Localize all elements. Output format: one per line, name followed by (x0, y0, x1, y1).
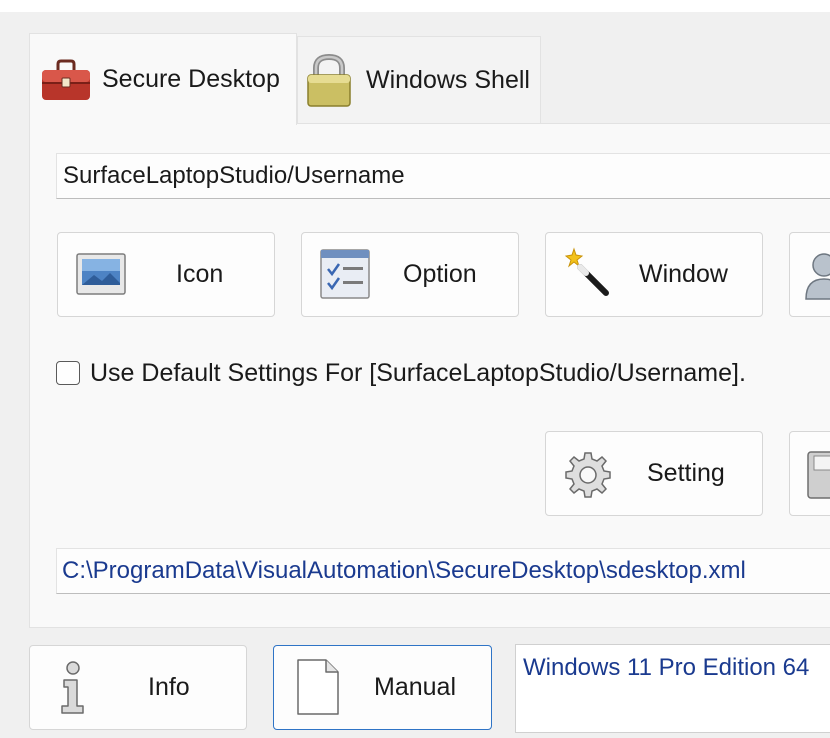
button-label: Option (403, 260, 477, 288)
padlock-icon (304, 53, 354, 109)
document-icon (296, 658, 340, 716)
profile-field[interactable]: SurfaceLaptopStudio/Username (56, 153, 830, 199)
picture-icon (76, 253, 126, 295)
tab-windows-shell[interactable]: Windows Shell (297, 36, 541, 124)
tab-label: Windows Shell (366, 66, 530, 94)
default-settings-row[interactable]: Use Default Settings For [SurfaceLaptopS… (56, 357, 746, 389)
button-label: Window (639, 260, 728, 288)
button-label: Info (148, 673, 190, 701)
user-button[interactable] (789, 232, 830, 317)
user-icon (804, 251, 830, 301)
os-info-box: Windows 11 Pro Edition 64 (515, 644, 830, 733)
setting-button[interactable]: Setting (545, 431, 763, 516)
option-button[interactable]: Option (301, 232, 519, 317)
window-top-strip (0, 0, 830, 12)
save-button[interactable] (789, 431, 830, 516)
info-icon (56, 660, 90, 716)
toolbox-icon (40, 58, 92, 102)
button-label: Manual (374, 673, 456, 701)
disk-icon (806, 450, 830, 500)
checklist-icon (320, 249, 370, 299)
icon-button[interactable]: Icon (57, 232, 275, 317)
tab-secure-desktop[interactable]: Secure Desktop (29, 33, 297, 125)
config-path-field[interactable]: C:\ProgramData\VisualAutomation\SecureDe… (56, 548, 830, 594)
tab-label: Secure Desktop (102, 65, 280, 93)
info-button[interactable]: Info (29, 645, 247, 730)
gear-icon (564, 451, 612, 499)
os-info-text: Windows 11 Pro Edition 64 (523, 654, 810, 681)
manual-button[interactable]: Manual (273, 645, 492, 730)
window-button[interactable]: Window (545, 232, 763, 317)
default-settings-label: Use Default Settings For [SurfaceLaptopS… (90, 358, 746, 387)
button-label: Setting (647, 459, 725, 487)
magic-wand-icon (562, 247, 612, 299)
button-label: Icon (176, 260, 224, 288)
default-settings-checkbox[interactable] (56, 361, 80, 385)
